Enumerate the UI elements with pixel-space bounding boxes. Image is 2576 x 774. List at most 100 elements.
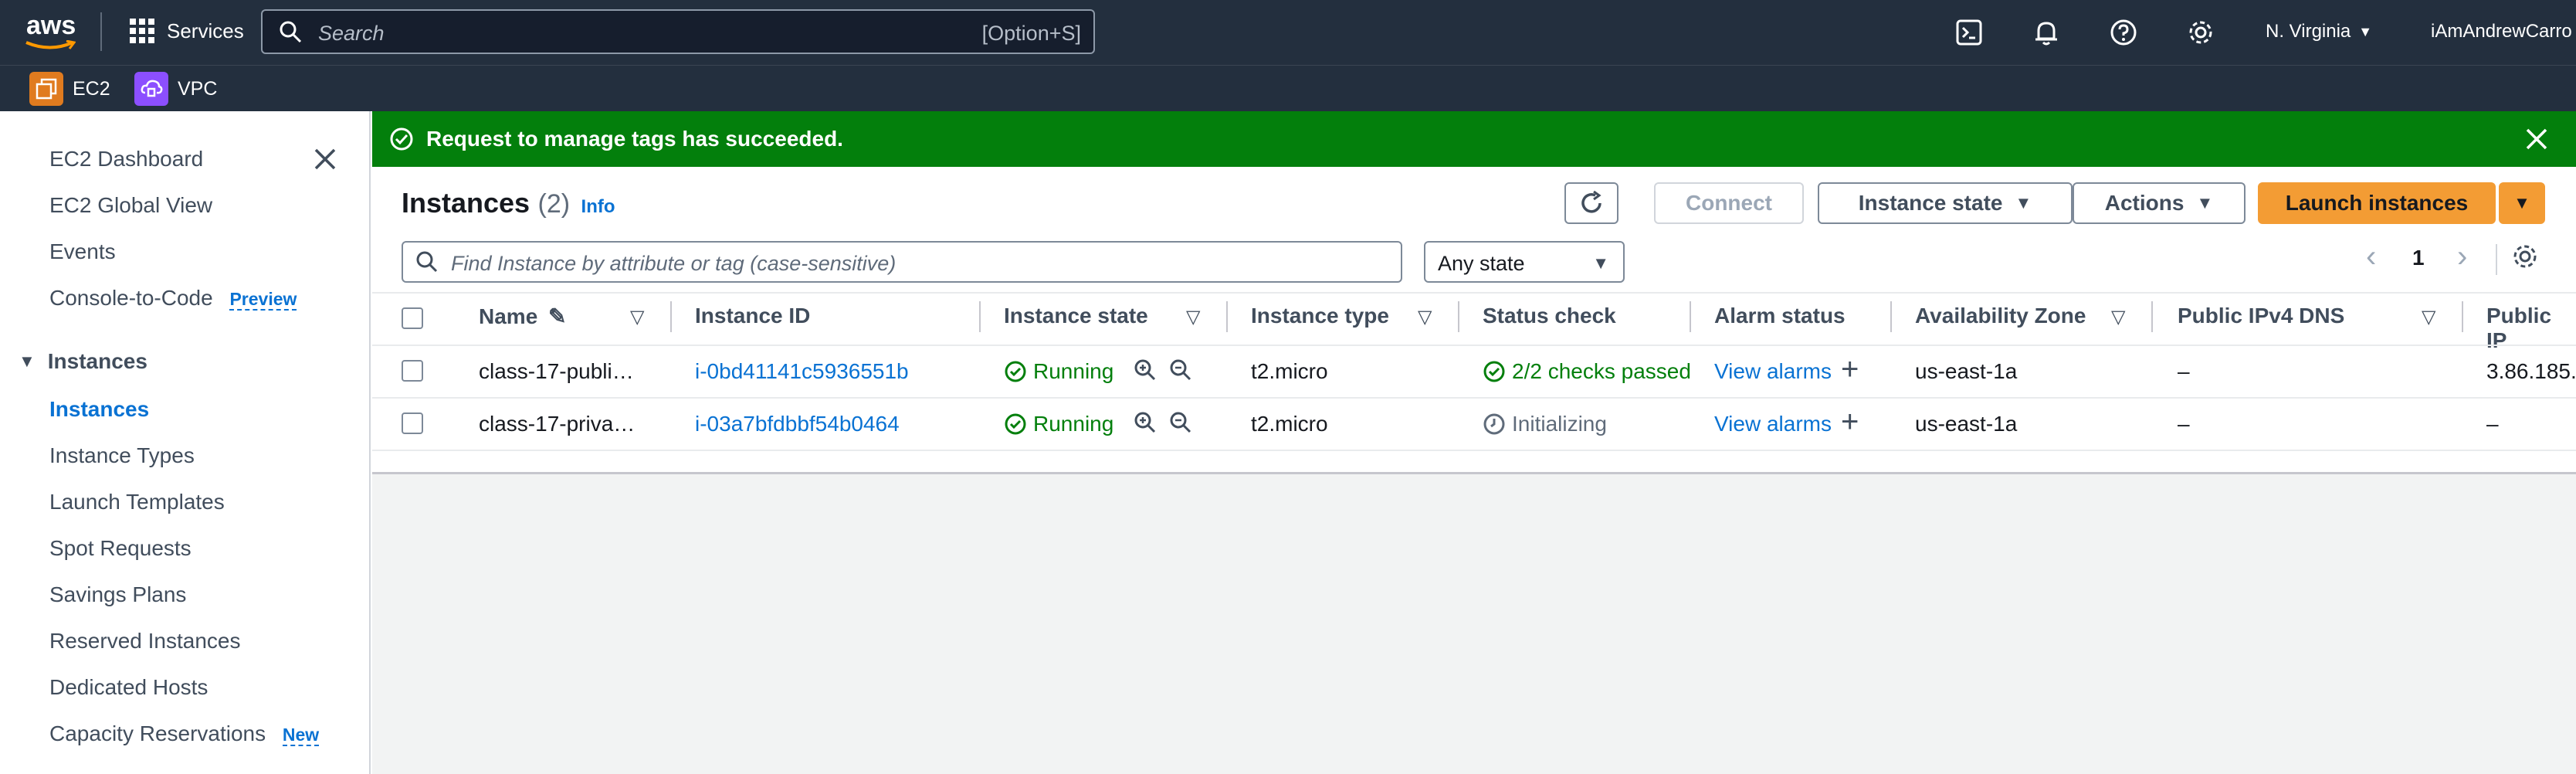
caret-down-icon: ▼ — [19, 351, 36, 371]
state-label: Running — [1033, 412, 1114, 436]
row-checkbox[interactable] — [402, 360, 423, 382]
grid-icon — [130, 19, 154, 43]
current-page[interactable]: 1 — [2412, 246, 2425, 270]
add-alarm-plus-icon[interactable]: + — [1841, 405, 1859, 440]
select-value: Any state — [1438, 252, 1525, 275]
sidebar-item-console-to-code[interactable]: Console-to-Code Preview — [49, 286, 297, 311]
state-filter-select[interactable]: Any state ▼ — [1424, 241, 1625, 283]
button-label: Actions — [2104, 191, 2185, 215]
sidebar-item-label: EC2 Dashboard — [49, 147, 204, 171]
help-icon[interactable] — [2110, 19, 2137, 46]
launch-instances-button[interactable]: Launch instances — [2258, 182, 2496, 224]
sidebar-item-events[interactable]: Events — [49, 239, 116, 264]
sort-icon[interactable]: ▽ — [1418, 306, 1432, 328]
column-header-status-check[interactable]: Status check — [1483, 304, 1616, 328]
favorite-vpc[interactable]: VPC — [134, 71, 217, 107]
launch-dropdown-button[interactable]: ▼ — [2499, 182, 2545, 224]
column-header-instance-id[interactable]: Instance ID — [695, 304, 810, 328]
sidebar-item-ec2-dashboard[interactable]: EC2 Dashboard — [49, 147, 203, 171]
select-all-checkbox[interactable] — [402, 307, 423, 329]
actions-button[interactable]: Actions ▼ — [2073, 182, 2246, 224]
favorite-ec2[interactable]: EC2 — [29, 71, 110, 107]
column-divider[interactable] — [1890, 301, 1892, 332]
column-header-public-ipv4-dns[interactable]: Public IPv4 DNS — [2178, 304, 2344, 328]
search-input[interactable]: Search [Option+S] — [261, 9, 1095, 54]
connect-button[interactable]: Connect — [1654, 182, 1804, 224]
sort-icon[interactable]: ▽ — [1186, 306, 1200, 328]
column-label: Instance ID — [695, 304, 811, 328]
column-divider[interactable] — [2462, 301, 2463, 332]
services-menu-button[interactable]: Services — [128, 17, 244, 45]
previous-page-icon[interactable]: ‹ — [2366, 239, 2376, 274]
column-header-instance-type[interactable]: Instance type — [1251, 304, 1389, 328]
column-divider[interactable] — [979, 301, 981, 332]
account-menu[interactable]: iAmAndrewCarro — [2431, 21, 2572, 42]
aws-logo-text: aws — [26, 11, 76, 40]
info-link[interactable]: Info — [581, 196, 615, 217]
filter-placeholder: Find Instance by attribute or tag (case-… — [451, 252, 897, 275]
instance-count: (2) — [537, 189, 571, 219]
column-divider[interactable] — [1458, 301, 1459, 332]
clock-pending-icon — [1483, 413, 1505, 435]
region-selector[interactable]: N. Virginia ▼ — [2266, 21, 2372, 42]
instance-id-link[interactable]: i-0bd41141c5936551b — [695, 359, 909, 384]
column-header-availability-zone[interactable]: Availability Zone — [1915, 304, 2086, 328]
edit-pencil-icon: ✎ — [548, 304, 567, 328]
sort-icon[interactable]: ▽ — [2422, 306, 2435, 328]
availability-zone: us-east-1a — [1915, 359, 2018, 383]
preview-badge[interactable]: Preview — [229, 289, 297, 311]
sidebar-item-launch-templates[interactable]: Launch Templates — [49, 490, 225, 514]
column-divider[interactable] — [1226, 301, 1228, 332]
aws-logo[interactable]: aws — [25, 11, 76, 49]
sidebar-item-label: Dedicated Hosts — [49, 675, 208, 699]
success-check-icon — [390, 127, 413, 151]
sidebar-item-reserved-instances[interactable]: Reserved Instances — [49, 629, 240, 653]
sidebar-item-ec2-global-view[interactable]: EC2 Global View — [49, 193, 212, 218]
favorite-label: EC2 — [73, 77, 110, 100]
button-label: Launch instances — [2285, 191, 2469, 215]
zoom-out-icon[interactable] — [1169, 411, 1192, 434]
sidebar-item-savings-plans[interactable]: Savings Plans — [49, 582, 186, 607]
caret-down-icon: ▼ — [1592, 253, 1609, 273]
instance-filter-input[interactable]: Find Instance by attribute or tag (case-… — [402, 241, 1402, 283]
instance-id-link[interactable]: i-03a7bfdbbf54b0464 — [695, 412, 900, 436]
sidebar-item-spot-requests[interactable]: Spot Requests — [49, 536, 192, 561]
sidebar-item-instances[interactable]: Instances — [49, 397, 149, 422]
sidebar-item-instance-types[interactable]: Instance Types — [49, 443, 195, 468]
dismiss-close-icon[interactable] — [2525, 127, 2548, 151]
sidebar-item-label: Console-to-Code — [49, 286, 213, 310]
column-divider[interactable] — [670, 301, 672, 332]
column-header-instance-state[interactable]: Instance state — [1004, 304, 1148, 328]
column-header-name[interactable]: Name ✎ — [479, 304, 567, 329]
view-alarms-link[interactable]: View alarms — [1714, 359, 1832, 384]
instance-state-button[interactable]: Instance state ▼ — [1818, 182, 2073, 224]
column-divider[interactable] — [1690, 301, 1691, 332]
notifications-bell-icon[interactable] — [2032, 19, 2060, 46]
sort-icon[interactable]: ▽ — [630, 306, 644, 328]
sidebar-item-dedicated-hosts[interactable]: Dedicated Hosts — [49, 675, 208, 700]
settings-gear-icon[interactable] — [2186, 18, 2215, 47]
column-header-alarm-status[interactable]: Alarm status — [1714, 304, 1846, 328]
close-sidebar-icon[interactable] — [313, 147, 337, 171]
add-alarm-plus-icon[interactable]: + — [1841, 352, 1859, 387]
view-alarms-link[interactable]: View alarms — [1714, 412, 1832, 436]
search-icon — [416, 251, 438, 273]
refresh-button[interactable] — [1564, 182, 1618, 224]
zoom-in-icon[interactable] — [1134, 358, 1157, 382]
column-divider[interactable] — [2151, 301, 2153, 332]
sidebar-item-label: Capacity Reservations — [49, 721, 266, 745]
row-checkbox[interactable] — [402, 412, 423, 434]
sidebar-item-capacity-reservations[interactable]: Capacity Reservations New — [49, 721, 320, 746]
sidebar-section-instances[interactable]: ▼ Instances — [19, 349, 147, 374]
sidebar-item-label: Savings Plans — [49, 582, 187, 606]
status-label: Initializing — [1512, 412, 1607, 436]
zoom-in-icon[interactable] — [1134, 411, 1157, 434]
next-page-icon[interactable]: › — [2457, 239, 2467, 274]
zoom-out-icon[interactable] — [1169, 358, 1192, 382]
table-preferences-gear-icon[interactable] — [2511, 243, 2539, 270]
table-header-top-border — [372, 292, 2576, 294]
instance-type: t2.micro — [1251, 359, 1328, 383]
sort-icon[interactable]: ▽ — [2111, 306, 2125, 328]
cloudshell-icon[interactable] — [1955, 19, 1983, 46]
new-badge[interactable]: New — [282, 725, 320, 746]
